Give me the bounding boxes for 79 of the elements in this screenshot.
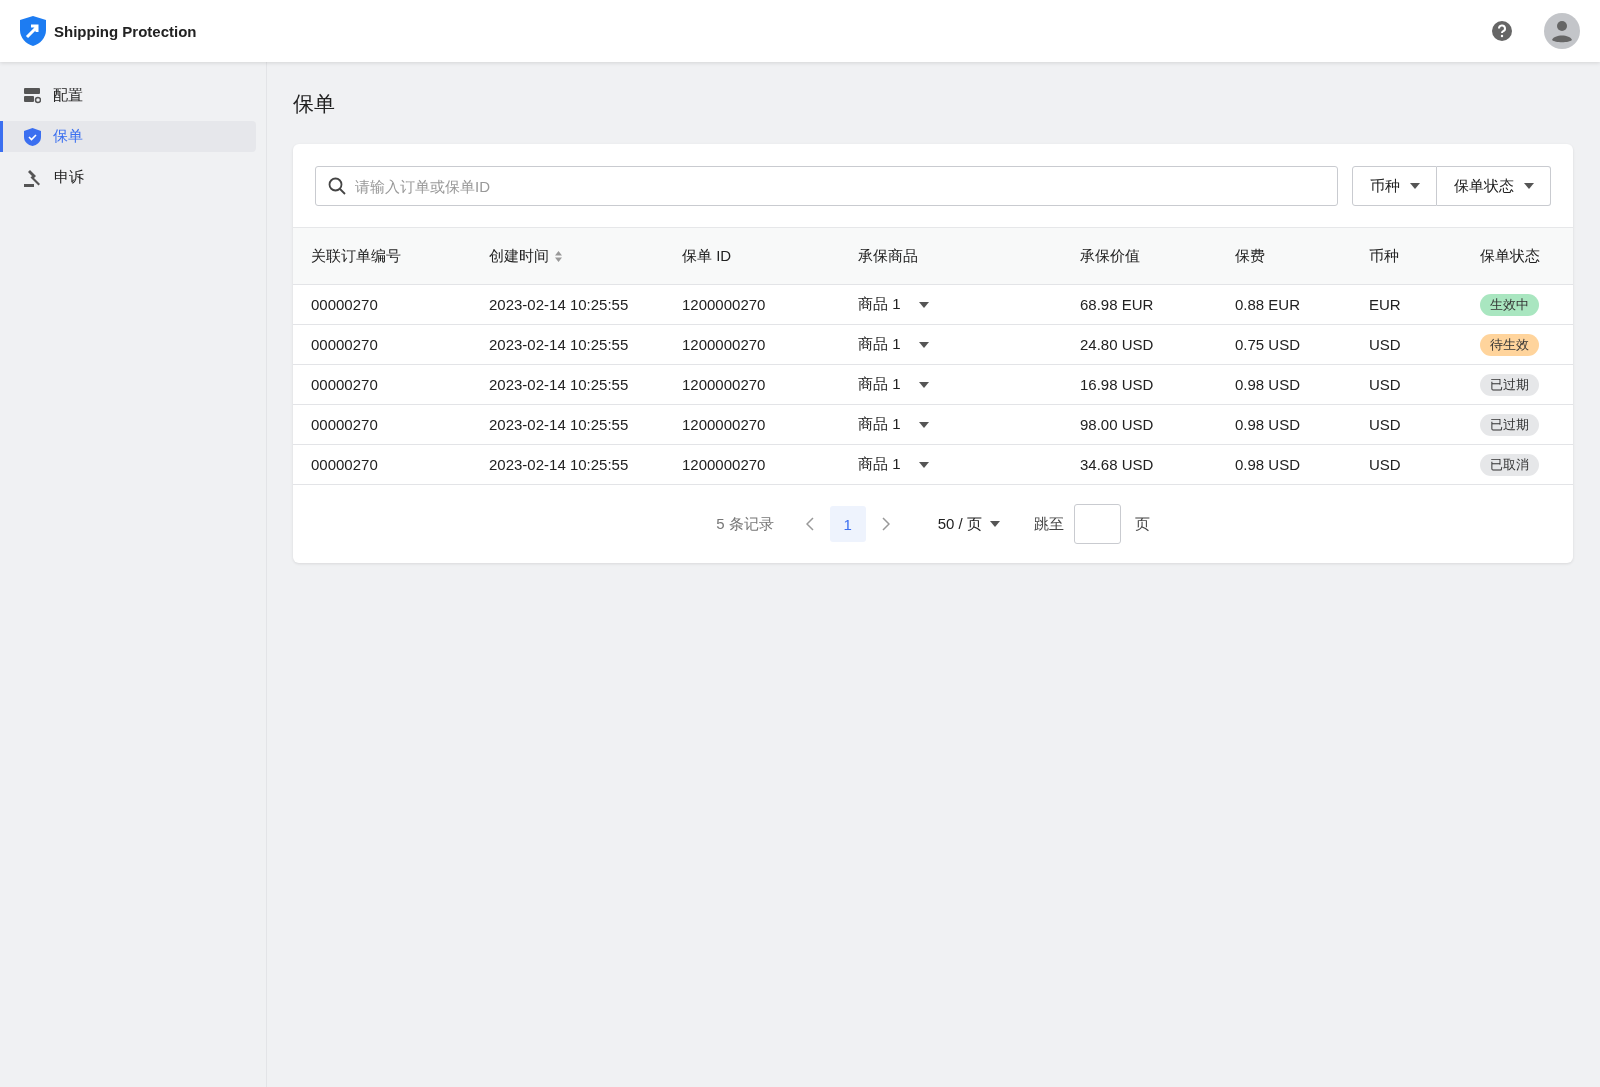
product-dropdown[interactable]: 商品 1: [858, 375, 929, 394]
column-header: 承保价值: [1080, 246, 1140, 266]
product-dropdown[interactable]: 商品 1: [858, 295, 929, 314]
caret-icon: [989, 521, 1000, 527]
table-cell-text: 34.68 USD: [1080, 456, 1155, 473]
status-tag: 生效中: [1480, 293, 1539, 316]
table-cell-text: 0.75 USD: [1235, 336, 1302, 353]
status-tag: 已取消: [1480, 453, 1539, 476]
table-cell-text: 2023-02-14 10:25:55: [489, 376, 630, 393]
filter-dropdown[interactable]: 币种: [1352, 166, 1437, 206]
avatar-icon[interactable]: [1544, 13, 1580, 49]
shield-arrow-logo: [20, 16, 46, 46]
column-header: 保费: [1235, 246, 1265, 266]
table-cell-text: 98.00 USD: [1080, 416, 1155, 433]
table-cell-text: EUR: [1369, 296, 1402, 313]
status-tag: 待生效: [1480, 333, 1539, 356]
column-header: 承保商品: [858, 246, 918, 266]
page-jump-field[interactable]: [1073, 504, 1121, 544]
column-header[interactable]: 创建时间: [489, 246, 549, 266]
table-cell-text: USD: [1369, 456, 1402, 473]
chevron-left-icon: [805, 517, 814, 531]
table-cell-text: 1200000270: [682, 416, 767, 433]
jump-label: 跳至: [1033, 514, 1064, 534]
filter-dropdown[interactable]: 保单状态: [1437, 166, 1551, 206]
caret-icon: [1524, 183, 1534, 189]
table-cell-text: 2023-02-14 10:25:55: [489, 456, 630, 473]
caret-icon: [918, 341, 929, 348]
table-cell-text: 68.98 EUR: [1080, 296, 1155, 313]
caret-icon: [918, 421, 929, 428]
table-cell-text: 1200000270: [682, 296, 767, 313]
table-cell-text: 1200000270: [682, 456, 767, 473]
app-name: Shipping Protection: [54, 22, 197, 40]
product-dropdown[interactable]: 商品 1: [858, 335, 929, 354]
table-cell-text: 0.88 EUR: [1235, 296, 1302, 313]
table-cell-text: USD: [1369, 336, 1402, 353]
record-count: 5 条记录: [716, 514, 774, 534]
table-cell-text: 00000270: [311, 416, 379, 433]
caret-icon: [918, 301, 929, 308]
server-gear-icon: [24, 87, 41, 104]
table-cell-text: 00000270: [311, 336, 379, 353]
table-cell-text: 16.98 USD: [1080, 376, 1155, 393]
table-cell-text: USD: [1369, 416, 1402, 433]
page-button[interactable]: 1: [829, 506, 866, 542]
table-cell-text: 2023-02-14 10:25:55: [489, 336, 630, 353]
caret-icon: [918, 381, 929, 388]
page-size-dropdown[interactable]: 50 / 页: [931, 513, 1006, 535]
table-cell-text: 00000270: [311, 456, 379, 473]
table-cell-text: 2023-02-14 10:25:55: [489, 296, 630, 313]
column-header: 保单 ID: [682, 246, 732, 266]
table-cell-text: USD: [1369, 376, 1402, 393]
table-cell-text: 1200000270: [682, 376, 767, 393]
column-header: 关联订单编号: [311, 246, 401, 266]
search-field[interactable]: 请输入订单或保单ID: [315, 166, 1338, 206]
caret-icon: [1410, 183, 1420, 189]
gavel-icon: [24, 168, 42, 187]
page-title: 保单: [293, 91, 336, 117]
table-cell-text: 00000270: [311, 376, 379, 393]
column-header: 保单状态: [1480, 246, 1540, 266]
shield-check-icon: [24, 127, 41, 146]
table-cell-text: 0.98 USD: [1235, 456, 1302, 473]
table-cell-text: 0.98 USD: [1235, 416, 1302, 433]
product-dropdown[interactable]: 商品 1: [858, 415, 929, 434]
table-cell-text: 1200000270: [682, 336, 767, 353]
table-cell-text: 2023-02-14 10:25:55: [489, 416, 630, 433]
product-dropdown[interactable]: 商品 1: [858, 455, 929, 474]
sidebar-item[interactable]: 保单: [0, 121, 256, 152]
caret-icon: [918, 461, 929, 468]
column-header: 币种: [1369, 246, 1399, 266]
chevron-right-icon: [881, 517, 890, 531]
sidebar-item[interactable]: 申诉: [10, 162, 256, 193]
sidebar-item[interactable]: 配置: [10, 80, 256, 111]
sort-icon[interactable]: [555, 250, 562, 262]
table-cell-text: 0.98 USD: [1235, 376, 1302, 393]
page-unit-label: 页: [1134, 514, 1150, 534]
table-cell-text: 00000270: [311, 296, 379, 313]
status-tag: 已过期: [1480, 373, 1539, 396]
status-tag: 已过期: [1480, 413, 1539, 436]
table-cell-text: 24.80 USD: [1080, 336, 1155, 353]
help-icon[interactable]: [1492, 21, 1512, 41]
